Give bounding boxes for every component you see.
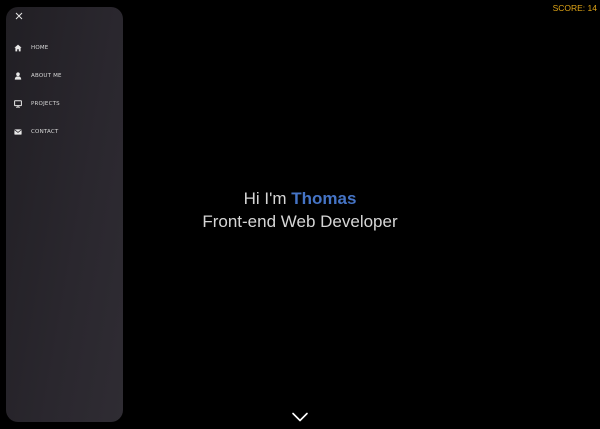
sidebar-item-contact[interactable]: CONTACT <box>6 118 123 146</box>
greeting-text: Hi I'm <box>243 189 287 208</box>
score-display: SCORE: 14 <box>553 3 597 13</box>
chevron-down-icon[interactable] <box>291 408 309 422</box>
sidebar-item-label: HOME <box>31 45 49 51</box>
sidebar-item-label: CONTACT <box>31 129 59 135</box>
sidebar-item-home[interactable]: HOME <box>6 34 123 62</box>
page: SCORE: 14 HOME ABOUT ME PROJECTS CONTACT… <box>0 0 600 429</box>
user-icon <box>13 72 22 81</box>
score-label: SCORE: <box>552 3 586 13</box>
sidebar-nav: HOME ABOUT ME PROJECTS CONTACT <box>6 34 123 146</box>
score-value: 14 <box>587 3 597 13</box>
monitor-icon <box>13 100 22 109</box>
hero-job-title: Front-end Web Developer <box>202 212 398 231</box>
sidebar-item-label: PROJECTS <box>31 101 60 107</box>
hero-intro: Hi I'm Thomas Front-end Web Developer <box>0 188 600 234</box>
sidebar-item-label: ABOUT ME <box>31 73 62 79</box>
sidebar-item-projects[interactable]: PROJECTS <box>6 90 123 118</box>
home-icon <box>13 44 22 53</box>
close-icon[interactable] <box>13 12 25 24</box>
envelope-icon <box>13 128 22 137</box>
hero-name: Thomas <box>291 189 357 208</box>
sidebar-item-about-me[interactable]: ABOUT ME <box>6 62 123 90</box>
hero-greeting-line: Hi I'm Thomas <box>0 188 600 210</box>
